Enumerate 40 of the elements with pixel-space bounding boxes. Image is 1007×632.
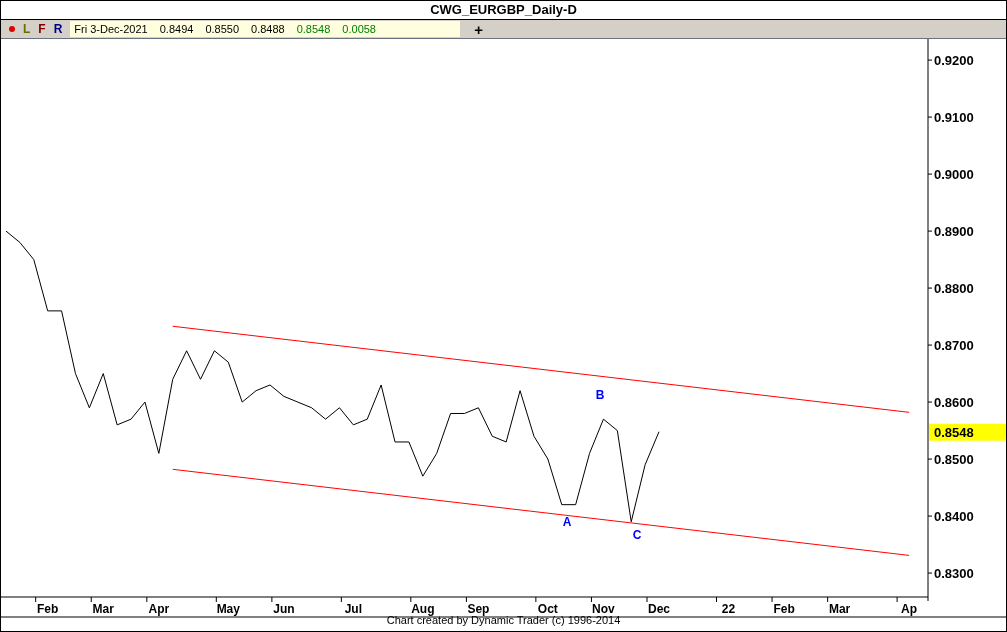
date-axis-label: Sep bbox=[467, 602, 490, 616]
date-axis-label: May bbox=[216, 602, 240, 616]
date-axis-label: Mar bbox=[828, 602, 851, 616]
wave-label: B bbox=[595, 388, 605, 402]
quote-value: 0.8494 bbox=[159, 21, 194, 37]
quote-value: 0.0058 bbox=[342, 21, 376, 37]
date-axis-label: Mar bbox=[92, 602, 114, 616]
toolbar-letter-button[interactable]: R bbox=[53, 20, 63, 38]
quote-value: 0.8550 bbox=[205, 21, 240, 37]
date-axis-label: Ap bbox=[901, 602, 918, 616]
date-axis-label: Jul bbox=[344, 602, 362, 616]
date-axis-label: Aug bbox=[411, 602, 435, 616]
price-axis-label: 0.8400 bbox=[934, 509, 974, 525]
date-axis-label: Feb bbox=[37, 602, 59, 616]
price-axis-label: 0.8600 bbox=[934, 395, 974, 411]
quote-value: 0.8548 bbox=[296, 21, 331, 37]
price-axis-label: 0.8900 bbox=[934, 224, 974, 240]
date-axis-label: Jun bbox=[273, 602, 295, 616]
price-axis-label: 0.9200 bbox=[934, 53, 974, 69]
current-price-label: 0.8548 bbox=[934, 424, 974, 440]
wave-label: A bbox=[562, 515, 572, 529]
quote-value: 0.8488 bbox=[251, 21, 285, 37]
chart-credit: Chart created by Dynamic Trader (c) 1996-2014 bbox=[385, 615, 622, 626]
toolbar-letter-button[interactable]: F bbox=[38, 20, 46, 38]
date-axis-label: Apr bbox=[148, 602, 170, 616]
date-axis-label: Feb bbox=[773, 602, 795, 616]
add-button[interactable]: + bbox=[474, 21, 484, 37]
price-axis-label: 0.8300 bbox=[934, 566, 974, 582]
date-axis-label: 22 bbox=[721, 602, 736, 616]
date-axis-label: Oct bbox=[537, 602, 558, 616]
date-axis-label: Dec bbox=[648, 602, 670, 616]
price-axis-label: 0.8800 bbox=[934, 281, 974, 297]
date-axis-label: Nov bbox=[592, 602, 615, 616]
price-axis-label: 0.8500 bbox=[934, 452, 974, 468]
price-axis-label: 0.9000 bbox=[934, 167, 974, 183]
quote-value: Fri 3-Dec-2021 bbox=[74, 21, 148, 37]
wave-label: C bbox=[632, 528, 642, 542]
toolbar-letter-button[interactable]: L bbox=[23, 20, 31, 38]
price-axis-label: 0.8700 bbox=[934, 338, 974, 354]
price-axis-label: 0.9100 bbox=[934, 110, 974, 126]
